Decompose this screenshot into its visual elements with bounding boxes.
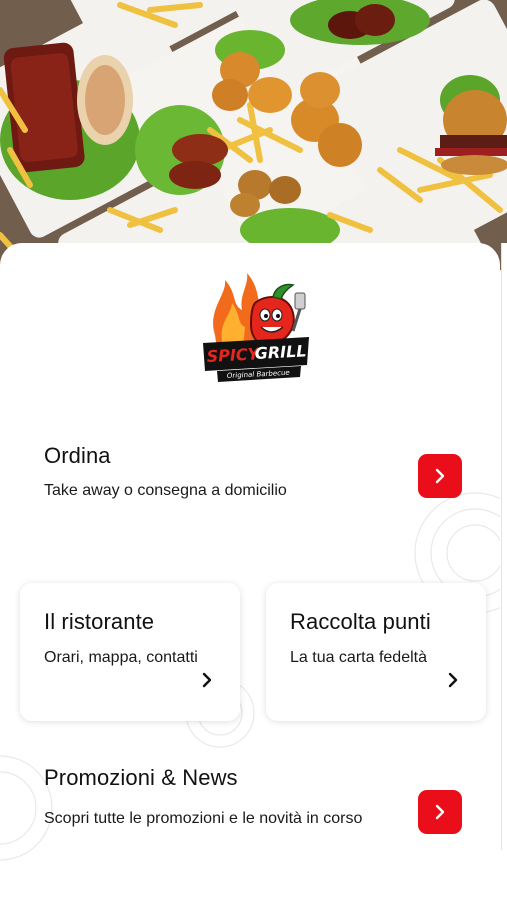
chevron-right-icon — [435, 804, 445, 820]
order-title: Ordina — [44, 443, 111, 468]
main-panel: SPICY GRILL Original Barbecue Ordina Tak… — [0, 243, 500, 863]
chevron-right-icon — [435, 468, 445, 484]
promotions-button[interactable] — [418, 790, 462, 834]
order-subtitle: Take away o consegna a domicilio — [44, 482, 287, 499]
brand-logo: SPICY GRILL Original Barbecue — [197, 265, 315, 383]
restaurant-card-title: Il ristorante — [44, 609, 155, 634]
order-section[interactable]: Ordina Take away o consegna a domicilio — [44, 439, 484, 519]
scrollbar[interactable] — [501, 243, 507, 850]
order-button[interactable] — [418, 454, 462, 498]
loyalty-card-title: Raccolta punti — [290, 609, 431, 634]
promotions-section[interactable]: Promozioni & News Scopri tutte le promoz… — [44, 765, 484, 855]
hero-food-image — [0, 0, 507, 270]
chevron-right-icon — [202, 672, 212, 688]
restaurant-card-subtitle: Orari, mappa, contatti — [44, 649, 198, 666]
promotions-title: Promozioni & News — [44, 765, 238, 790]
restaurant-card[interactable]: Il ristorante Orari, mappa, contatti — [20, 583, 240, 721]
loyalty-card[interactable]: Raccolta punti La tua carta fedeltà — [266, 583, 486, 721]
logo-word-grill: GRILL — [254, 341, 307, 363]
promotions-subtitle: Scopri tutte le promozioni e le novità i… — [44, 810, 363, 827]
chevron-right-icon — [448, 672, 458, 688]
loyalty-card-subtitle: La tua carta fedeltà — [290, 649, 427, 666]
logo-word-spicy: SPICY — [206, 344, 261, 366]
